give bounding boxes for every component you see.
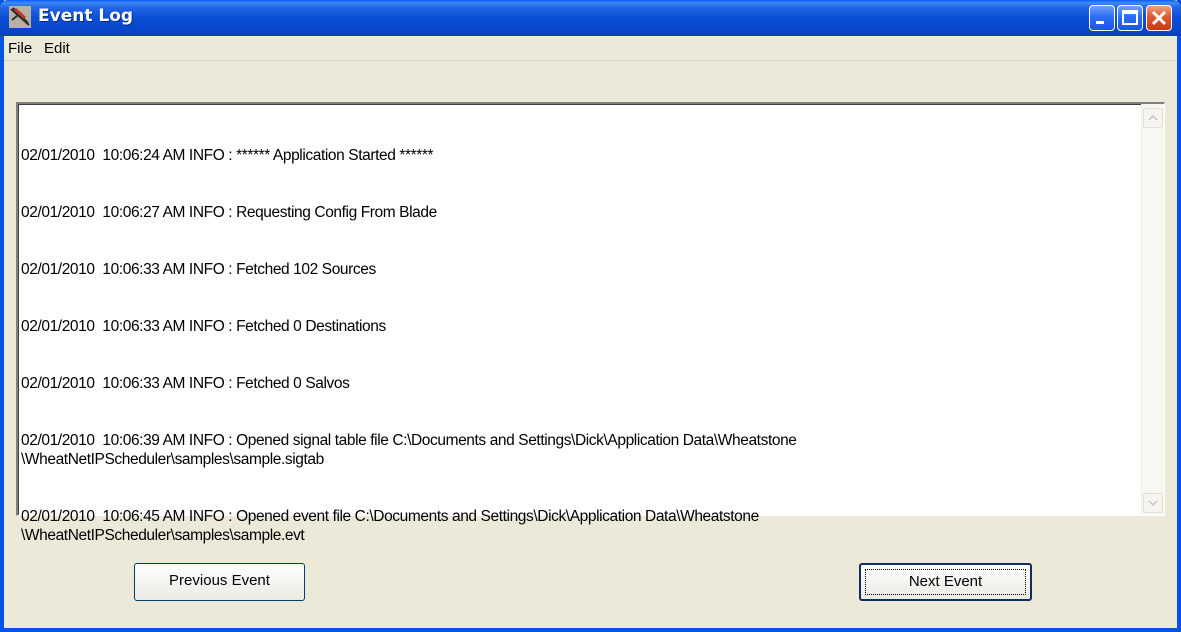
log-line: 02/01/2010 10:06:33 AM INFO : Fetched 10… [21,261,376,278]
minimize-button[interactable] [1089,5,1115,31]
minimize-icon [1096,21,1104,24]
log-line: 02/01/2010 10:06:24 AM INFO : ****** App… [21,147,434,164]
maximize-icon [1122,10,1138,25]
log-line: 02/01/2010 10:06:27 AM INFO : Requesting… [21,204,437,221]
previous-event-button[interactable]: Previous Event [134,563,305,601]
close-button[interactable] [1146,5,1172,31]
log-line: 02/01/2010 10:06:39 AM INFO : Opened sig… [21,432,797,468]
menu-edit[interactable]: Edit [44,40,70,57]
window-title: Event Log [38,6,134,26]
chevron-up-icon [1148,114,1158,121]
log-content: 02/01/2010 10:06:24 AM INFO : ****** App… [21,108,1131,583]
log-line: 02/01/2010 10:06:33 AM INFO : Fetched 0 … [21,375,350,392]
menu-bar: File Edit [4,36,1177,61]
chevron-down-icon [1148,500,1158,507]
log-line: 02/01/2010 10:06:33 AM INFO : Fetched 0 … [21,318,386,335]
event-log-window: Event Log File Edit 02/01/2010 10:06:24 … [0,0,1181,632]
scroll-up-button[interactable] [1143,108,1163,128]
vertical-scrollbar[interactable] [1141,104,1164,515]
next-event-button[interactable]: Next Event [859,563,1032,601]
event-log-textbox[interactable]: 02/01/2010 10:06:24 AM INFO : ****** App… [16,102,1165,544]
scroll-down-button[interactable] [1143,493,1163,513]
title-bar[interactable]: Event Log [0,0,1181,36]
maximize-button[interactable] [1117,5,1143,31]
close-icon [1151,10,1167,26]
log-line: 02/01/2010 10:06:45 AM INFO : Opened eve… [21,508,759,544]
menu-file[interactable]: File [8,40,32,57]
event-log-app-icon [9,6,31,28]
next-event-label: Next Event [908,573,983,590]
